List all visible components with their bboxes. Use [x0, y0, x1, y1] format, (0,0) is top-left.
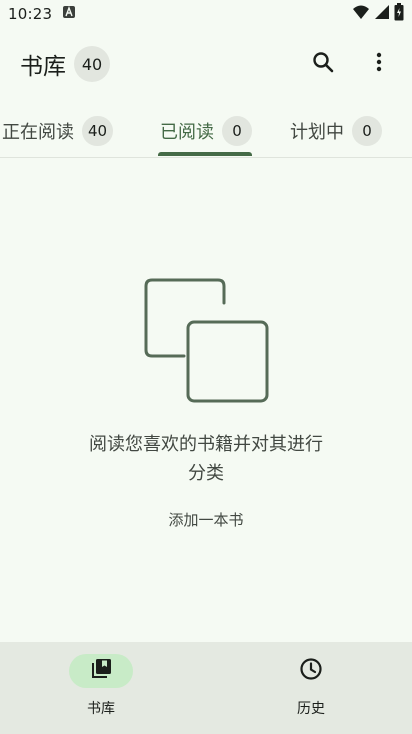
tab-count-badge: 40: [82, 115, 114, 146]
search-icon: [311, 50, 335, 78]
wifi-icon: [352, 4, 370, 24]
battery-icon: [394, 3, 404, 25]
status-time: 10:23: [8, 5, 53, 23]
tab-completed[interactable]: 已阅读 0: [160, 104, 252, 157]
empty-state: 阅读您喜欢的书籍并对其进行分类 添加一本书: [0, 158, 412, 642]
nav-item-library[interactable]: 书库: [36, 654, 166, 718]
app-bar: 书库 40: [0, 36, 412, 92]
bottom-navigation: 书库 历史: [0, 642, 412, 734]
nav-item-history[interactable]: 历史: [246, 654, 376, 718]
search-button[interactable]: [300, 41, 346, 87]
status-left: 10:23: [8, 5, 76, 23]
tab-indicator: [158, 152, 252, 156]
tab-planned[interactable]: 计划中 0: [290, 104, 382, 157]
page-title: 书库: [20, 54, 66, 80]
app-bar-actions: [300, 36, 402, 92]
tab-count-badge: 0: [352, 115, 382, 146]
library-books-icon: [89, 657, 113, 685]
nav-icon-indicator: [69, 654, 133, 688]
tab-label: 已阅读: [160, 121, 214, 143]
tab-count-badge: 0: [222, 115, 252, 146]
add-book-button[interactable]: 添加一本书: [146, 504, 266, 534]
nav-label: 书库: [87, 701, 115, 717]
status-right: [352, 3, 404, 25]
copy-icon: [144, 278, 270, 404]
library-count-badge: 40: [74, 46, 110, 82]
notification-a-icon: [62, 5, 76, 23]
empty-state-message: 阅读您喜欢的书籍并对其进行分类: [89, 434, 323, 484]
nav-icon-indicator: [279, 654, 343, 688]
more-options-button[interactable]: [356, 41, 402, 87]
tab-label: 正在阅读: [2, 121, 74, 143]
history-clock-icon: [299, 657, 323, 685]
category-tabs: 正在阅读 40 已阅读 0 计划中 0: [0, 104, 412, 158]
tab-reading[interactable]: 正在阅读 40: [2, 104, 114, 157]
tab-label: 计划中: [290, 121, 344, 143]
signal-icon: [374, 4, 390, 24]
status-bar: 10:23: [0, 0, 412, 28]
nav-label: 历史: [297, 701, 325, 717]
more-vert-icon: [367, 50, 391, 78]
